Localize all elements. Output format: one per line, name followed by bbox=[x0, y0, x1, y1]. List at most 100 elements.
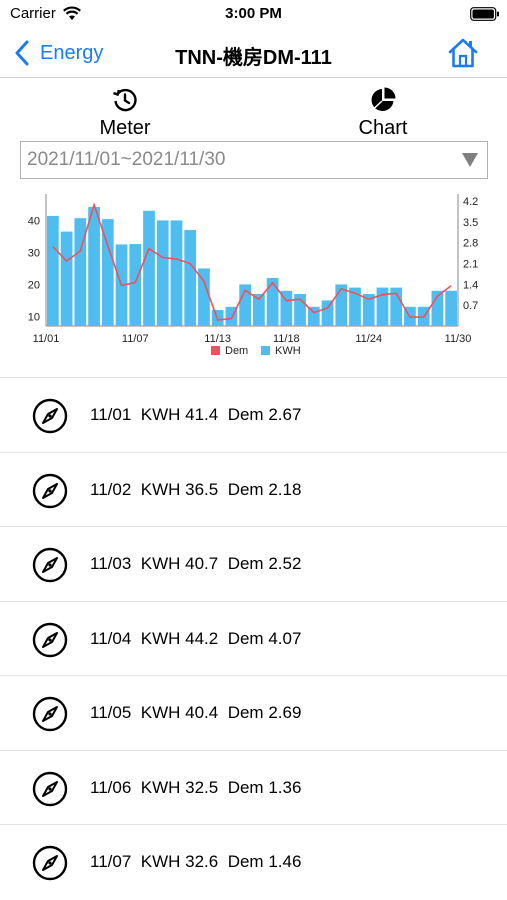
compass-icon bbox=[32, 547, 68, 583]
record-date: 11/05 bbox=[90, 703, 132, 722]
record-kwh-label: KWH bbox=[140, 405, 181, 424]
record-text: 11/06 KWH 32.5 Dem 1.36 bbox=[90, 778, 301, 798]
tab-meter-label: Meter bbox=[99, 117, 151, 139]
combined-bar-line-chart: 10 20 30 40 0.7 1.4 2.1 2.8 3.5 4.2 11/01 11/07 11/1… bbox=[28, 194, 478, 357]
y-right-tick-label: 4.2 bbox=[463, 196, 478, 208]
record-dem: 1.46 bbox=[268, 852, 302, 871]
x-tick-label: 11/01 bbox=[33, 333, 60, 345]
x-tick-label: 11/07 bbox=[122, 333, 149, 345]
bar-kwh bbox=[170, 220, 183, 326]
record-dem: 4.07 bbox=[268, 628, 302, 648]
record-date: 11/02 bbox=[90, 479, 132, 499]
record-dem-label: Dem bbox=[227, 852, 264, 871]
record-date: 11/04 bbox=[90, 628, 132, 648]
record-list: 11/01 KWH 41.4 Dem 2.67 11/02 KWH 36.5 De… bbox=[0, 377, 507, 899]
triangle-down-icon bbox=[462, 153, 478, 167]
page-title: TNN-機房DM-111 bbox=[175, 47, 332, 69]
x-tick-label: 11/13 bbox=[204, 333, 231, 345]
y-left-tick-label: 10 bbox=[28, 311, 40, 323]
record-kwh-label: KWH bbox=[140, 703, 181, 722]
compass-icon bbox=[32, 771, 68, 806]
bar-kwh bbox=[60, 231, 73, 326]
list-item[interactable]: 11/07 KWH 32.6 Dem 1.46 bbox=[0, 824, 507, 899]
record-kwh: 32.6 bbox=[185, 852, 219, 871]
bar-kwh bbox=[143, 210, 155, 326]
record-dem-label: Dem bbox=[227, 628, 264, 648]
bar-kwh bbox=[266, 278, 279, 326]
record-text: 11/03 KWH 40.7 Dem 2.52 bbox=[90, 554, 301, 574]
y-right-tick-label: 0.7 bbox=[463, 300, 478, 312]
y-right-tick-label: 3.5 bbox=[463, 217, 478, 229]
record-text: 11/04 KWH 44.2 Dem 4.07 bbox=[90, 629, 301, 649]
record-dem-label: Dem bbox=[227, 554, 264, 573]
y-left-tick-label: 30 bbox=[28, 247, 40, 259]
y-left-tick-label: 40 bbox=[28, 215, 40, 227]
record-text: 11/07 KWH 32.6 Dem 1.46 bbox=[90, 852, 301, 872]
date-range-select[interactable]: 2021/11/01~2021/11/30 bbox=[20, 141, 488, 179]
status-time: 3:00 PM bbox=[225, 5, 282, 22]
date-range-value: 2021/11/01~2021/11/30 bbox=[27, 149, 226, 170]
list-item[interactable]: 11/05 KWH 40.4 Dem 2.69 bbox=[0, 675, 507, 750]
legend-swatch-dem bbox=[211, 346, 220, 355]
compass-icon bbox=[32, 845, 68, 881]
y-left-tick-label: 20 bbox=[28, 279, 40, 291]
record-dem: 2.69 bbox=[268, 703, 302, 722]
record-dem-label: Dem bbox=[227, 479, 264, 499]
record-kwh-label: KWH bbox=[140, 479, 181, 499]
history-icon bbox=[113, 88, 137, 112]
legend-label-dem: Dem bbox=[225, 345, 248, 357]
x-tick-label: 11/30 bbox=[445, 333, 472, 345]
record-kwh-label: KWH bbox=[140, 554, 181, 573]
record-kwh: 36.5 bbox=[185, 479, 219, 499]
y-right-tick-label: 2.8 bbox=[463, 238, 478, 250]
bar-kwh bbox=[129, 244, 142, 326]
record-date: 11/06 bbox=[90, 777, 132, 797]
back-button-label: Energy bbox=[40, 41, 104, 64]
tab-chart-label: Chart bbox=[358, 117, 408, 139]
list-item[interactable]: 11/03 KWH 40.7 Dem 2.52 bbox=[0, 526, 507, 601]
bar-kwh bbox=[47, 215, 59, 326]
back-button[interactable]: Energy bbox=[14, 38, 103, 68]
compass-icon bbox=[32, 622, 68, 657]
bar-kwh bbox=[376, 287, 389, 326]
record-text: 11/01 KWH 41.4 Dem 2.67 bbox=[90, 405, 301, 425]
tab-meter[interactable]: Meter bbox=[65, 86, 185, 140]
list-item[interactable]: 11/02 KWH 36.5 Dem 2.18 bbox=[0, 451, 507, 527]
list-item[interactable]: 11/04 KWH 44.2 Dem 4.07 bbox=[0, 600, 507, 676]
home-icon[interactable] bbox=[446, 36, 480, 70]
compass-icon bbox=[32, 398, 68, 434]
record-dem-label: Dem bbox=[227, 777, 264, 797]
record-kwh-label: KWH bbox=[140, 852, 181, 871]
y-right-tick-label: 2.1 bbox=[463, 258, 478, 270]
chevron-left-icon bbox=[15, 40, 29, 66]
pie-chart-icon bbox=[371, 87, 396, 111]
bar-kwh bbox=[184, 230, 197, 326]
x-tick-label: 11/24 bbox=[355, 333, 382, 345]
energy-chart: 10 20 30 40 0.7 1.4 2.1 2.8 3.5 4.2 11/01 11/07 11/1… bbox=[0, 186, 507, 366]
record-date: 11/03 bbox=[90, 554, 132, 573]
x-tick-label: 11/18 bbox=[273, 333, 300, 345]
bar-kwh bbox=[156, 220, 169, 326]
record-dem: 2.67 bbox=[268, 405, 302, 424]
record-kwh: 40.4 bbox=[185, 703, 219, 722]
record-kwh: 32.5 bbox=[185, 777, 219, 797]
record-date: 11/01 bbox=[90, 405, 132, 424]
record-dem-label: Dem bbox=[227, 405, 264, 424]
compass-icon bbox=[32, 696, 68, 732]
record-kwh-label: KWH bbox=[140, 628, 181, 648]
list-item[interactable]: 11/06 KWH 32.5 Dem 1.36 bbox=[0, 749, 507, 825]
bar-kwh bbox=[88, 206, 100, 326]
record-kwh-label: KWH bbox=[140, 777, 181, 797]
record-kwh: 44.2 bbox=[185, 628, 219, 648]
record-kwh: 41.4 bbox=[185, 405, 219, 424]
list-item[interactable]: 11/01 KWH 41.4 Dem 2.67 bbox=[0, 377, 507, 452]
bar-kwh bbox=[321, 300, 334, 326]
record-date: 11/07 bbox=[90, 852, 132, 871]
record-dem-label: Dem bbox=[227, 703, 264, 722]
record-kwh: 40.7 bbox=[185, 554, 219, 573]
record-dem: 2.52 bbox=[268, 554, 302, 573]
status-bar: Carrier 3:00 PM bbox=[0, 0, 507, 30]
compass-icon bbox=[32, 473, 68, 508]
record-dem: 1.36 bbox=[268, 777, 302, 797]
tab-chart[interactable]: Chart bbox=[323, 86, 443, 140]
